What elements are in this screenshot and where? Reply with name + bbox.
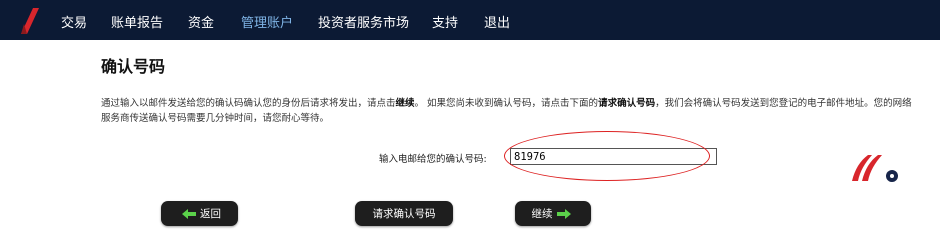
instructions-text: 通过输入以邮件发送给您的确认码确认您的身份后请求将发出，请点击继续。 如果您尚未… bbox=[101, 96, 921, 126]
confirmation-code-label: 输入电邮给您的确认号码: bbox=[379, 154, 487, 165]
brand-watermark-icon bbox=[852, 155, 898, 182]
nav-item-manage-account[interactable]: 管理账户 bbox=[241, 12, 293, 31]
instructions-bold-continue: 继续 bbox=[395, 98, 415, 109]
nav-item-support[interactable]: 支持 bbox=[432, 12, 458, 31]
page-title: 确认号码 bbox=[101, 57, 166, 76]
back-button[interactable]: 返回 bbox=[161, 201, 238, 226]
request-code-button-label: 请求确认号码 bbox=[372, 208, 436, 220]
nav-item-logout[interactable]: 退出 bbox=[484, 12, 510, 31]
instructions-part2: 。 如果您尚未收到确认号码，请点击下面的 bbox=[414, 98, 599, 109]
continue-button[interactable]: 继续 bbox=[515, 201, 591, 226]
arrow-left-icon bbox=[182, 208, 196, 219]
nav-item-trade[interactable]: 交易 bbox=[61, 12, 87, 31]
instructions-bold-request: 请求确认号码 bbox=[598, 98, 656, 109]
request-code-button[interactable]: 请求确认号码 bbox=[355, 201, 453, 226]
instructions-part1: 通过输入以邮件发送给您的确认码确认您的身份后请求将发出，请点击 bbox=[101, 98, 396, 109]
top-navbar: 交易 账单报告 资金 管理账户 投资者服务市场 支持 退出 bbox=[0, 0, 940, 40]
nav-item-funds[interactable]: 资金 bbox=[188, 12, 214, 31]
nav-item-investor-marketplace[interactable]: 投资者服务市场 bbox=[318, 12, 409, 31]
arrow-right-icon bbox=[556, 208, 571, 219]
brand-logo[interactable] bbox=[18, 7, 44, 35]
continue-button-label: 继续 bbox=[531, 208, 553, 220]
confirmation-code-input[interactable] bbox=[510, 148, 717, 165]
nav-item-reports[interactable]: 账单报告 bbox=[111, 12, 163, 31]
back-button-label: 返回 bbox=[200, 208, 221, 220]
